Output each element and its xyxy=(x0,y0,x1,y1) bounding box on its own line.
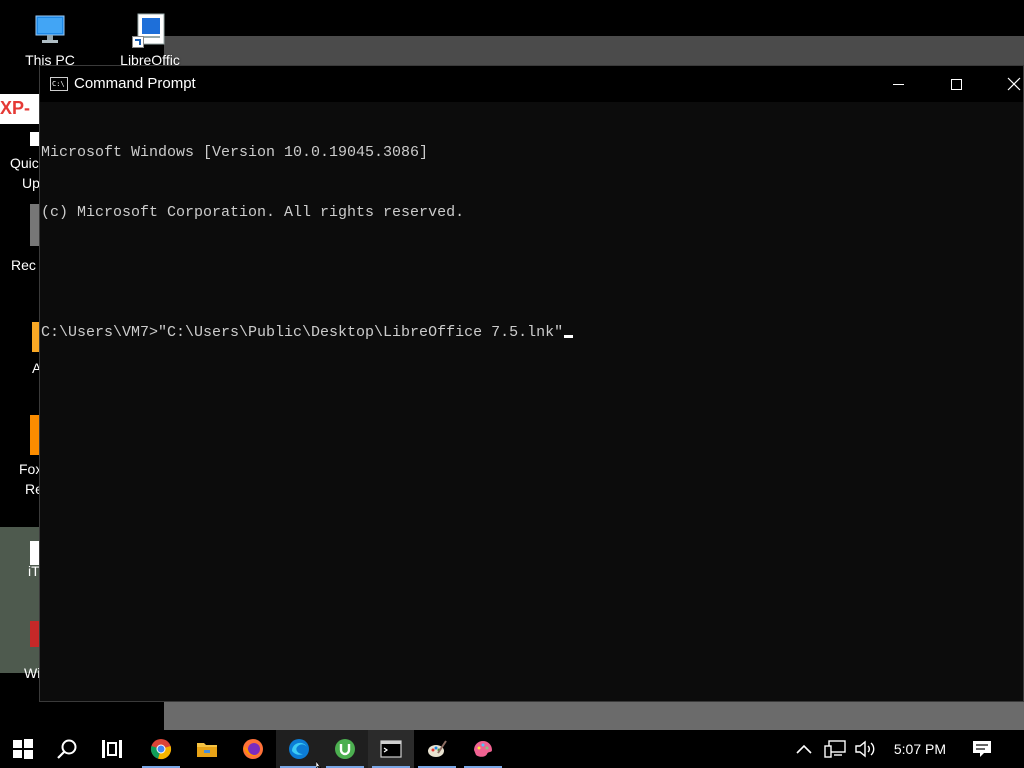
taskbar-command-prompt[interactable] xyxy=(368,730,414,768)
command-prompt-icon xyxy=(380,740,402,758)
volume-tray-button[interactable] xyxy=(852,730,878,768)
command-prompt-titlebar[interactable]: C:\ Command Prompt xyxy=(40,66,1023,102)
mouse-pointer-icon xyxy=(316,761,322,768)
paint-icon xyxy=(428,740,447,757)
taskbar-file-explorer[interactable] xyxy=(184,730,230,768)
desktop-label-fragment: iT xyxy=(28,563,40,579)
notification-icon xyxy=(973,741,991,757)
xp-badge-icon[interactable]: XP- xyxy=(0,94,40,124)
text-cursor xyxy=(564,335,574,338)
background-window-statusbar xyxy=(164,702,1024,730)
network-tray-button[interactable] xyxy=(822,730,848,768)
volume-icon xyxy=(855,740,875,758)
desktop-icon-libreoffice[interactable]: LibreOffic xyxy=(112,12,188,69)
task-view-icon xyxy=(102,740,122,758)
desktop-label-fragment: Rec xyxy=(11,257,36,273)
search-button[interactable] xyxy=(44,730,90,768)
maximize-button[interactable] xyxy=(927,66,985,102)
desktop-label-fragment: Up xyxy=(22,175,40,191)
task-view-button[interactable] xyxy=(89,730,135,768)
edge-icon xyxy=(289,739,309,759)
command-prompt-window[interactable]: C:\ Command Prompt Microsoft Windows [Ve… xyxy=(39,65,1024,702)
taskbar-clock[interactable]: 5:07 PM xyxy=(894,741,946,757)
utorrent-icon xyxy=(335,739,355,759)
desktop-label-fragment: Wi xyxy=(24,665,41,681)
chevron-up-icon xyxy=(796,744,812,754)
close-button[interactable] xyxy=(985,66,1024,102)
console-line: Microsoft Windows [Version 10.0.19045.30… xyxy=(41,144,429,161)
command-prompt-icon: C:\ xyxy=(50,77,68,91)
shortcut-arrow-icon xyxy=(132,36,144,48)
taskbar-paint-3d[interactable] xyxy=(460,730,506,768)
console-command-text: C:\Users\VM7>"C:\Users\Public\Desktop\Li… xyxy=(41,324,564,341)
desktop-icon-this-pc[interactable]: This PC xyxy=(12,12,88,69)
search-icon xyxy=(57,739,77,759)
file-explorer-icon xyxy=(197,743,217,757)
this-pc-icon xyxy=(32,12,68,48)
window-title: Command Prompt xyxy=(74,75,196,92)
background-window-titlebar xyxy=(164,36,1024,66)
taskbar-paint[interactable] xyxy=(414,730,460,768)
show-hidden-icons-button[interactable] xyxy=(792,730,816,768)
maximize-icon xyxy=(950,78,962,90)
firefox-icon xyxy=(243,739,263,759)
taskbar: 5:07 PM xyxy=(0,730,1024,768)
minimize-icon xyxy=(892,83,904,85)
taskbar-firefox[interactable] xyxy=(230,730,276,768)
console-command-line[interactable]: C:\Users\VM7>"C:\Users\Public\Desktop\Li… xyxy=(41,323,1023,343)
wallpaper-image-fragment: iT Wi xyxy=(0,527,40,681)
action-center-button[interactable] xyxy=(962,730,1002,768)
minimize-button[interactable] xyxy=(869,66,927,102)
chrome-icon xyxy=(150,739,172,760)
start-icon xyxy=(13,739,33,759)
network-icon xyxy=(824,740,846,758)
close-icon xyxy=(1007,77,1021,91)
taskbar-utorrent[interactable] xyxy=(322,730,368,768)
console-line: (c) Microsoft Corporation. All rights re… xyxy=(41,204,465,221)
paint3d-icon xyxy=(474,741,492,757)
console-output[interactable]: Microsoft Windows [Version 10.0.19045.30… xyxy=(40,102,1023,701)
desktop-label-fragment: Quic xyxy=(10,155,39,171)
taskbar-chrome[interactable] xyxy=(138,730,184,768)
libreoffice-icon xyxy=(132,12,168,48)
start-button[interactable] xyxy=(0,730,46,768)
